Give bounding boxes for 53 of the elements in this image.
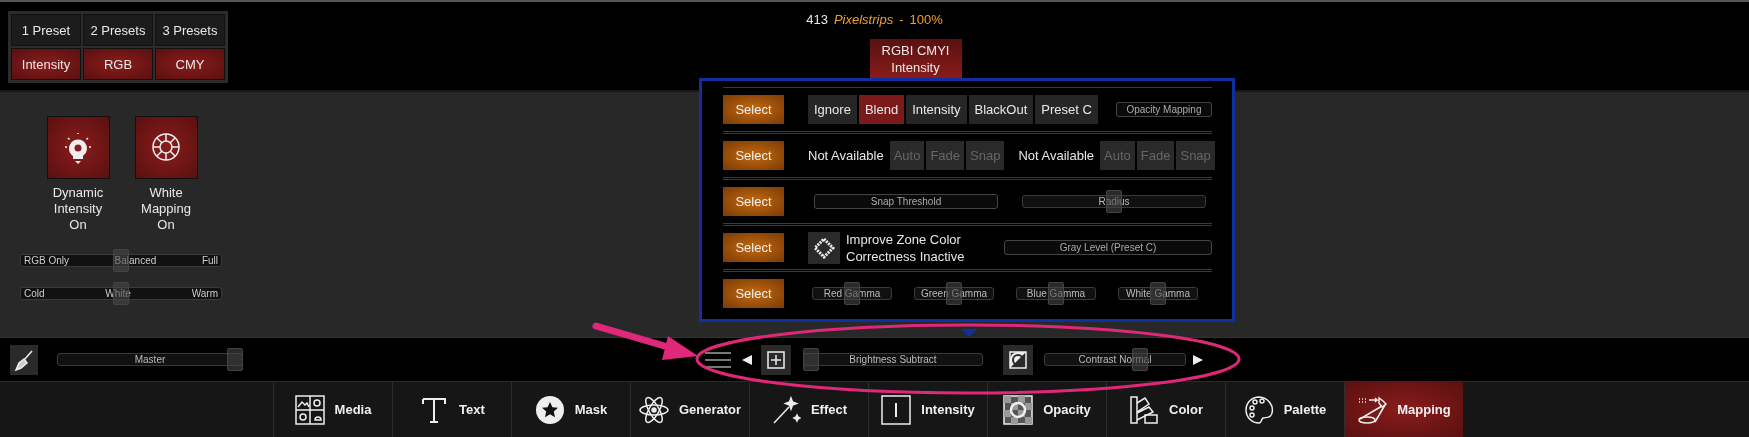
tab-label: Text — [459, 402, 485, 417]
select-button[interactable]: Select — [723, 233, 784, 262]
fixture-count: 413 — [806, 12, 828, 27]
separator-text: - — [899, 12, 904, 27]
toggle-status: On — [156, 217, 176, 233]
slider-label: Green Gamma — [920, 288, 988, 299]
input-field[interactable]: Gray Level (Preset C) — [1004, 240, 1212, 255]
slider-label: Full — [201, 255, 218, 266]
toggle-status: On — [68, 217, 88, 233]
input-field[interactable]: Snap Threshold — [814, 194, 998, 209]
slider-label: White Gamma — [1126, 288, 1190, 299]
tab-label: Media — [334, 402, 372, 417]
option-button[interactable]: Intensity — [906, 95, 967, 124]
option-button[interactable]: Ignore — [808, 95, 857, 124]
tab-label: Palette — [1283, 402, 1327, 417]
slider-label: Warm — [191, 288, 218, 299]
slider-label: Brightness Subtract — [849, 354, 937, 365]
option-button[interactable]: BlackOut — [968, 95, 1034, 124]
tab-label: Intensity — [921, 402, 975, 417]
mode-tab[interactable]: RGBI CMYI Intensity — [869, 39, 962, 79]
preset-button[interactable]: 3 Presets — [155, 14, 225, 46]
fixture-type: Pixelstrips — [833, 12, 894, 27]
select-button[interactable]: Select — [723, 95, 784, 124]
select-button[interactable]: Select — [723, 141, 784, 170]
option-button[interactable]: Preset C — [1035, 95, 1098, 124]
slider-label: Radius — [1098, 196, 1130, 207]
preset-button[interactable]: CMY — [155, 48, 225, 80]
preset-button[interactable]: 1 Preset — [11, 14, 81, 46]
tab-label: Mapping — [1397, 402, 1451, 417]
tab[interactable]: Mapping — [1344, 382, 1463, 437]
slider-label: Master — [134, 354, 166, 365]
option-button[interactable]: Blend — [858, 95, 905, 124]
preset-button[interactable]: RGB — [83, 48, 153, 80]
input-field[interactable]: Opacity Mapping — [1115, 102, 1212, 117]
select-button[interactable]: Select — [723, 187, 784, 216]
status-label: Not Available — [808, 148, 884, 163]
tab-label: Color — [1169, 402, 1203, 417]
tab-label: Mask — [574, 402, 608, 417]
toggle-label: Dynamic Intensity — [51, 185, 105, 217]
tab-label: Opacity — [1043, 402, 1091, 417]
toggle-label: White Mapping — [140, 185, 192, 217]
percent-text: 100% — [909, 12, 943, 27]
toggle-text: Improve Zone Color Correctness Inactive — [846, 230, 966, 265]
tab-label: Effect — [810, 402, 848, 417]
preset-button[interactable]: Intensity — [11, 48, 81, 80]
slider-label: Balanced — [114, 255, 157, 266]
status-label: Not Available — [1018, 148, 1095, 163]
select-button[interactable]: Select — [723, 279, 784, 308]
slider-label: RGB Only — [24, 255, 69, 266]
preset-button[interactable]: 2 Presets — [83, 14, 153, 46]
tab-label: Generator — [678, 402, 742, 417]
slider-label: Blue Gamma — [1026, 288, 1086, 299]
slider-label: Cold — [24, 288, 45, 299]
